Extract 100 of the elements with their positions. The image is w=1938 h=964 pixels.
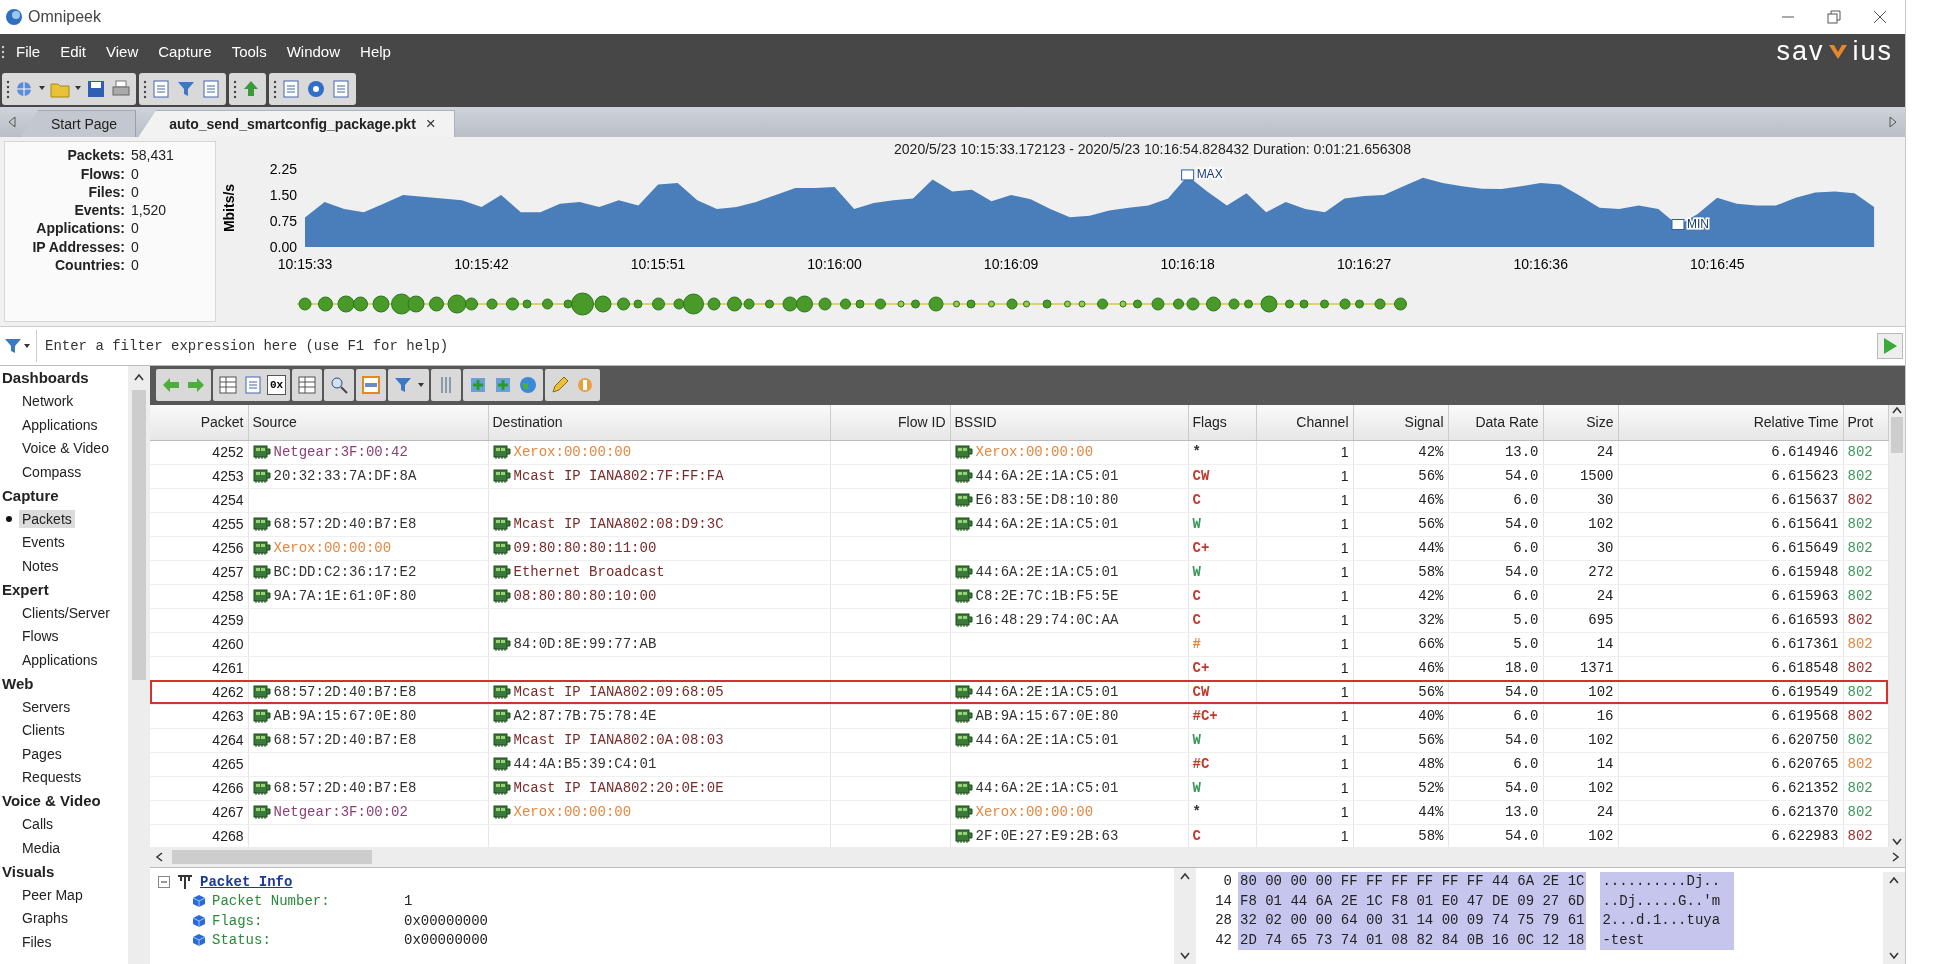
table-row[interactable]: 4261 C+ 1 46% 18.0 1371 6.618548 802	[150, 656, 1888, 681]
hex-view-button[interactable]: 0x	[267, 375, 287, 396]
column-header[interactable]: Data Rate	[1448, 404, 1543, 441]
x-tick-label: 10:16:27	[1336, 256, 1392, 273]
menu-item[interactable]: Capture	[148, 43, 222, 61]
scrollbar-thumb[interactable]	[172, 850, 372, 865]
column-header[interactable]: Relative Time	[1618, 404, 1843, 441]
network-card-icon	[492, 683, 511, 702]
table-row[interactable]: 4256 Xerox:00:00:00 09:80:80:80:11:00 C+ 1 44% 6.0 30 6.615649 802	[150, 536, 1888, 561]
table-cell: 6.619568	[1618, 704, 1843, 729]
column-header[interactable]: Packet	[150, 404, 248, 441]
table-row[interactable]: 4254 E6:83:5E:D8:10:80 C 1 46% 6.0 30 6.615637 802	[150, 488, 1888, 513]
tab[interactable]: Start Page	[20, 110, 137, 138]
menu-item[interactable]: File	[6, 43, 51, 61]
tab[interactable]: auto_send_smartconfig_package.pkt ×	[138, 110, 455, 138]
scrollbar[interactable]	[128, 366, 150, 964]
close-button[interactable]	[1873, 9, 1887, 24]
document-button[interactable]	[330, 77, 352, 100]
sidebar-item[interactable]: Applications	[19, 415, 101, 434]
table-row[interactable]: 4257 BC:DD:C2:36:17:E2 Ethernet Broadcast 44:6A:2E:1A:C5:01 W 1 58% 54.0 272 6.615948 802	[150, 560, 1888, 585]
menu-item[interactable]: Help	[350, 43, 401, 61]
column-header[interactable]: Prot	[1843, 404, 1888, 441]
tab-close-button[interactable]: ×	[425, 114, 436, 135]
column-header[interactable]: Flags	[1188, 404, 1256, 441]
scrollbar-thumb[interactable]	[1890, 416, 1903, 453]
sidebar-item[interactable]: Events	[19, 533, 68, 552]
play-icon[interactable]	[1882, 337, 1898, 356]
window-title: Omnipeek	[28, 7, 101, 26]
sidebar-item[interactable]: Media	[19, 838, 64, 857]
table-cell: 6.0	[1448, 488, 1543, 513]
sidebar-item[interactable]: Network	[19, 392, 77, 411]
apply-filter-button[interactable]	[1877, 333, 1903, 360]
column-header[interactable]: Flow ID	[830, 404, 950, 441]
menu-item[interactable]: Edit	[50, 43, 97, 61]
column-header[interactable]: Size	[1543, 404, 1618, 441]
sidebar-item[interactable]: Notes	[19, 556, 62, 575]
scrollbar[interactable]	[150, 847, 1905, 868]
sidebar-item[interactable]: Flows	[19, 627, 62, 646]
document-button[interactable]	[280, 77, 302, 100]
sidebar-item[interactable]: Requests	[19, 768, 85, 787]
menu-item[interactable]: Tools	[221, 43, 277, 61]
sidebar-item[interactable]: Pages	[19, 744, 65, 763]
table-row[interactable]: 4258 9A:7A:1E:61:0F:80 08:80:80:80:10:00 C8:2E:7C:1B:F5:5E C 1 42% 6.0 24 6.615963 802	[150, 584, 1888, 609]
sidebar-item[interactable]: Graphs	[19, 909, 71, 928]
hex-offset: 0	[1222, 872, 1232, 892]
stat-label: Events:	[73, 201, 125, 220]
sidebar-item[interactable]: Applications	[19, 650, 101, 669]
y-tick-label: 0.00	[269, 239, 297, 256]
scrollbar-thumb[interactable]	[132, 390, 146, 680]
address: C8:2E:7C:1B:F5:5E	[975, 588, 1119, 605]
document-button[interactable]	[242, 374, 264, 397]
bullet-icon	[6, 515, 12, 522]
document-button[interactable]	[200, 77, 222, 100]
column-header[interactable]: Destination	[488, 404, 830, 441]
column-header[interactable]: BSSID	[950, 404, 1188, 441]
document-button[interactable]	[150, 77, 172, 100]
table-row[interactable]: 4263 AB:9A:15:67:0E:80 A2:87:7B:75:78:4E AB:9A:15:67:0E:80 #C+ 1 40% 6.0 16 6.619568 802	[150, 704, 1888, 729]
scrollbar[interactable]	[1174, 868, 1196, 964]
tab-scroll-right-icon	[1887, 115, 1899, 130]
sidebar-item[interactable]: Clients/Server	[19, 603, 113, 622]
sidebar-item[interactable]: Compass	[19, 462, 85, 481]
grid-button[interactable]	[296, 374, 319, 397]
panel-button[interactable]	[360, 374, 383, 397]
column-header[interactable]: Channel	[1256, 404, 1353, 441]
sidebar-item[interactable]: Servers	[19, 697, 74, 716]
column-header[interactable]: Source	[248, 404, 488, 441]
sidebar-item[interactable]: Voice & Video	[19, 439, 112, 458]
table-row[interactable]: 4267 Netgear:3F:00:02 Xerox:00:00:00 Xerox:00:00:00 * 1 44% 13.0 24 6.621370 802	[150, 800, 1888, 825]
table-row[interactable]: 4262 68:57:2D:40:B7:E8 Mcast IP IANA802:09:68:05 44:6A:2E:1A:C5:01 CW 1 56% 54.0 102 6.619549 802	[150, 680, 1888, 705]
field-value: 0x00000000	[404, 912, 488, 929]
caret-icon[interactable]	[23, 343, 31, 349]
table-row[interactable]: 4260 84:0D:8E:99:77:AB # 1 66% 5.0 14 6.617361 802	[150, 632, 1888, 657]
grid-button[interactable]	[217, 374, 239, 397]
address: Netgear:3F:00:42	[273, 444, 408, 461]
address: Mcast IP IANA802:0A:08:03	[513, 732, 724, 749]
sidebar-item[interactable]: Calls	[19, 815, 57, 834]
table-row[interactable]: 4268 2F:0E:27:E9:2B:63 C 1 58% 54.0 102 6.622983 802	[150, 824, 1888, 848]
sidebar-item[interactable]: Packets	[19, 509, 75, 528]
table-row[interactable]: 4252 Netgear:3F:00:42 Xerox:00:00:00 Xerox:00:00:00 * 1 42% 13.0 24 6.614946 802	[150, 440, 1888, 465]
table-row[interactable]: 4265 44:4A:B5:39:C4:01 #C 1 48% 6.0 14 6.620765 802	[150, 752, 1888, 777]
logo-text: ius	[1852, 36, 1893, 68]
column-header[interactable]: Signal	[1353, 404, 1448, 441]
sidebar-item[interactable]: Peer Map	[19, 885, 86, 904]
collapse-icon[interactable]	[158, 875, 170, 888]
scrollbar[interactable]	[1883, 872, 1905, 964]
table-row[interactable]: 4264 68:57:2D:40:B7:E8 Mcast IP IANA802:0A:08:03 44:6A:2E:1A:C5:01 W 1 56% 54.0 102 6.620750 802	[150, 728, 1888, 753]
table-row[interactable]: 4253 20:32:33:7A:DF:8A Mcast IP IANA802:7F:FF:FA 44:6A:2E:1A:C5:01 CW 1 56% 54.0 1500 6.615623 802	[150, 464, 1888, 489]
restore-button[interactable]	[1827, 9, 1841, 24]
table-cell: 13.0	[1448, 800, 1543, 825]
table-row[interactable]: 4266 68:57:2D:40:B7:E8 Mcast IP IANA802:20:0E:0E 44:6A:2E:1A:C5:01 W 1 52% 54.0 102 6.621352 802	[150, 776, 1888, 801]
table-row[interactable]: 4259 16:48:29:74:0C:AA C 1 32% 5.0 695 6.616593 802	[150, 608, 1888, 633]
menu-item[interactable]: Window	[276, 43, 351, 61]
network-card-icon	[954, 443, 973, 462]
stat-value: 1,520	[131, 201, 168, 220]
menu-item[interactable]: View	[96, 43, 149, 61]
sidebar-item[interactable]: Files	[19, 932, 55, 951]
sidebar-item[interactable]: Clients	[19, 721, 68, 740]
address: 68:57:2D:40:B7:E8	[273, 732, 417, 749]
table-row[interactable]: 4255 68:57:2D:40:B7:E8 Mcast IP IANA802:08:D9:3C 44:6A:2E:1A:C5:01 W 1 56% 54.0 102 6.615641 802	[150, 512, 1888, 537]
packet-info-link[interactable]: Packet Info	[200, 873, 293, 890]
